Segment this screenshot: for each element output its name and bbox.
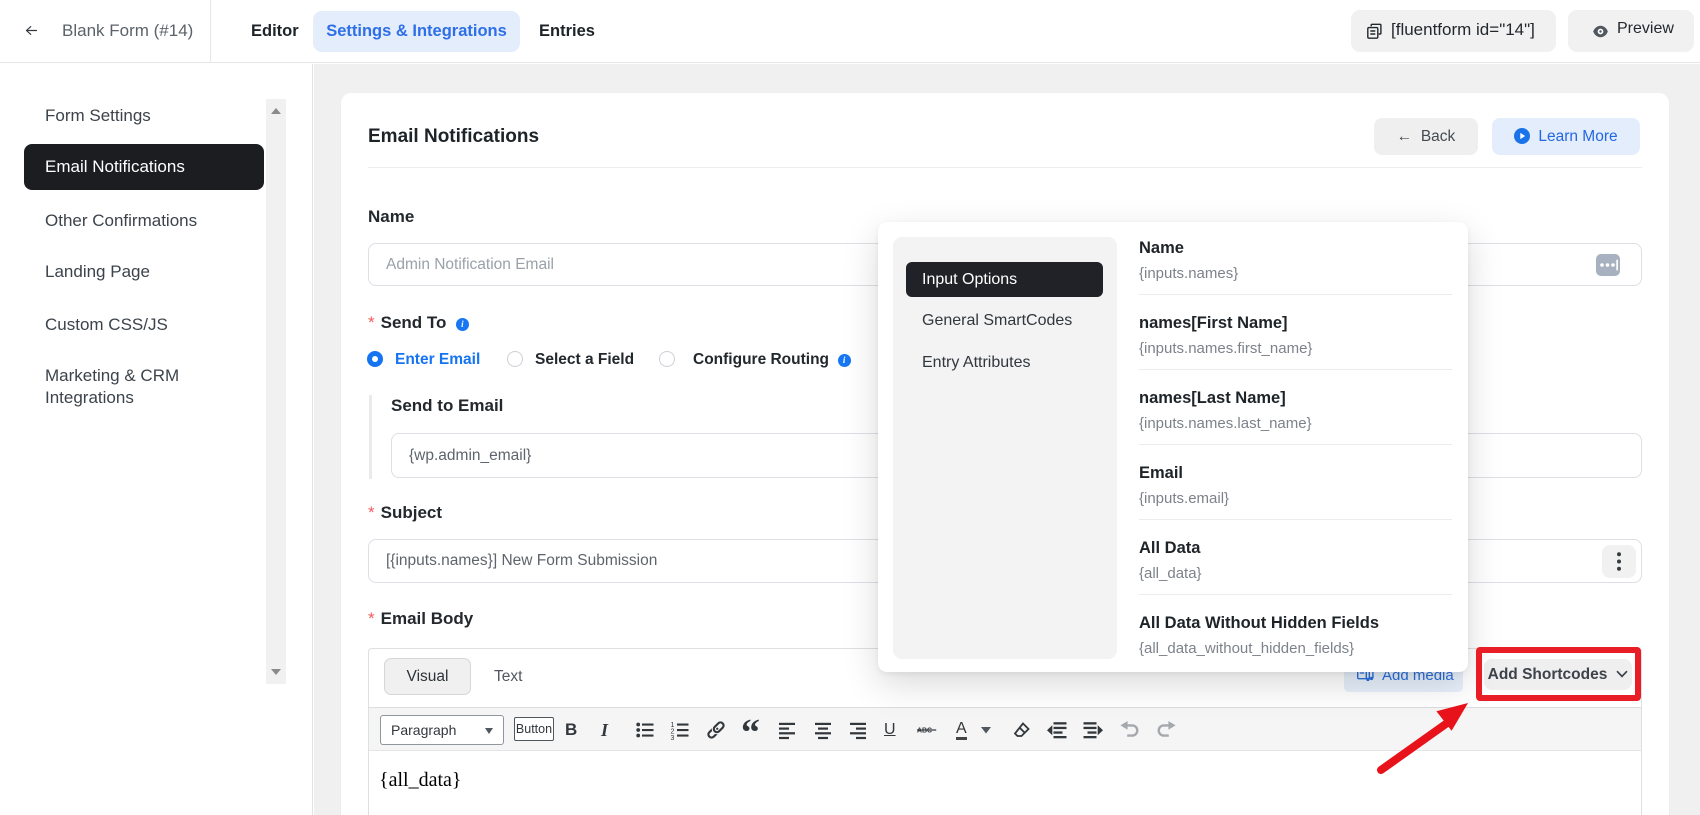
svg-text:3: 3 (671, 735, 675, 740)
svg-text:ABC: ABC (917, 727, 932, 734)
